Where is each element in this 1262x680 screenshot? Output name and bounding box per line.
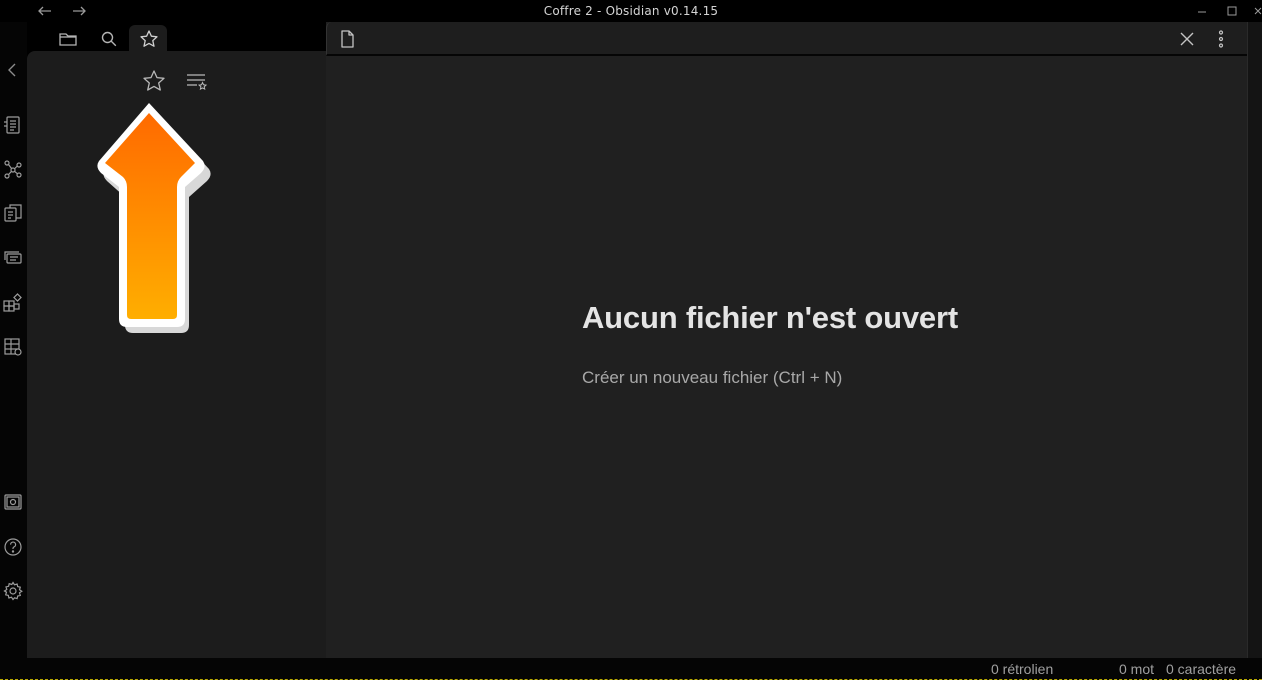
close-icon[interactable] [1177, 29, 1197, 49]
close-window-icon[interactable] [1252, 3, 1262, 19]
status-bar: 0 rétrolien 0 mot 0 caractère [0, 658, 1262, 680]
file-icon[interactable] [337, 29, 357, 49]
outline-icon[interactable] [2, 114, 24, 136]
orange-up-arrow-icon [97, 103, 211, 333]
editor-pane: Aucun fichier n'est ouvert Créer un nouv… [326, 22, 1247, 658]
vault-icon[interactable] [2, 491, 24, 513]
minimize-icon[interactable] [1194, 3, 1210, 19]
tab-search[interactable] [89, 25, 127, 52]
tab-file-explorer[interactable] [48, 25, 86, 52]
tab-starred[interactable] [129, 25, 167, 52]
pane-header [326, 22, 1247, 56]
cards-icon[interactable] [2, 246, 24, 268]
word-count: 0 mot [1119, 661, 1155, 677]
table-icon[interactable] [2, 336, 24, 358]
dataview-icon[interactable] [2, 291, 24, 313]
character-count: 0 caractère [1166, 661, 1237, 677]
chevron-left-icon[interactable] [2, 59, 24, 81]
right-sidebar-collapsed[interactable] [1247, 22, 1262, 658]
window-title: Coffre 2 - Obsidian v0.14.15 [543, 4, 719, 18]
copy-icon[interactable] [2, 202, 24, 224]
search-icon [101, 31, 117, 47]
starred-panel [27, 51, 326, 658]
star-outline-icon[interactable] [141, 68, 167, 94]
title-bar: Coffre 2 - Obsidian v0.14.15 [0, 0, 1262, 22]
graph-icon[interactable] [2, 158, 24, 180]
maximize-icon[interactable] [1224, 3, 1240, 19]
star-icon [140, 30, 158, 47]
settings-icon[interactable] [2, 580, 24, 602]
more-options-icon[interactable] [1211, 29, 1231, 49]
empty-state-title: Aucun fichier n'est ouvert [582, 300, 958, 335]
backlinks-count[interactable]: 0 rétrolien [991, 661, 1053, 677]
left-ribbon [0, 22, 27, 658]
sidebar-tab-bar [27, 22, 326, 52]
help-icon[interactable] [2, 536, 24, 558]
sort-list-icon[interactable] [184, 68, 210, 94]
create-new-file-link[interactable]: Créer un nouveau fichier (Ctrl + N) [582, 368, 842, 388]
folder-icon [59, 33, 77, 46]
